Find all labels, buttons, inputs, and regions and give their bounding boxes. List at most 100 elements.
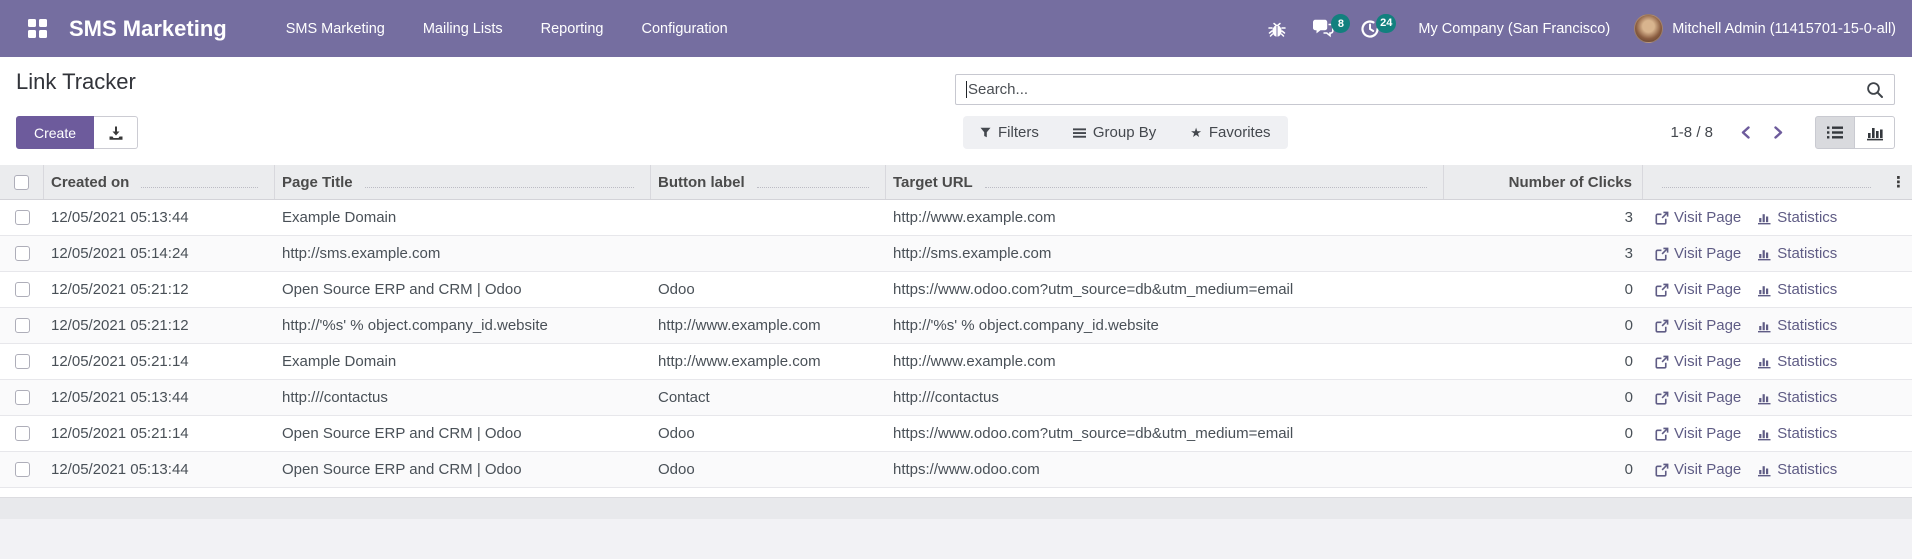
- visit-page-button[interactable]: Visit Page: [1655, 389, 1741, 406]
- app-brand-title[interactable]: SMS Marketing: [69, 16, 227, 42]
- cell-button-label: Odoo: [651, 272, 886, 307]
- statistics-button[interactable]: Statistics: [1757, 389, 1837, 406]
- cell-page-title: Example Domain: [275, 200, 651, 235]
- row-checkbox[interactable]: [15, 246, 30, 261]
- cell-created-on: 12/05/2021 05:21:14: [44, 344, 275, 379]
- external-link-icon: [1655, 463, 1669, 477]
- row-select-cell: [0, 416, 44, 451]
- visit-page-button[interactable]: Visit Page: [1655, 461, 1741, 478]
- export-button[interactable]: [94, 116, 138, 149]
- external-link-icon: [1655, 319, 1669, 333]
- external-link-icon: [1655, 391, 1669, 405]
- pager-previous-button[interactable]: [1731, 121, 1760, 144]
- graph-view-icon: [1866, 124, 1884, 141]
- external-link-icon: [1655, 427, 1669, 441]
- filters-button[interactable]: Filters: [963, 116, 1056, 149]
- search-input[interactable]: [967, 81, 1866, 98]
- table-row[interactable]: 12/05/2021 05:14:24 http://sms.example.c…: [0, 236, 1912, 272]
- row-select-cell: [0, 380, 44, 415]
- header-created-on[interactable]: Created on: [44, 165, 275, 199]
- cell-number-of-clicks: 3: [1444, 200, 1643, 235]
- table-row[interactable]: 12/05/2021 05:13:44 Example Domain http:…: [0, 200, 1912, 236]
- statistics-button[interactable]: Statistics: [1757, 245, 1837, 262]
- cell-created-on: 12/05/2021 05:21:12: [44, 272, 275, 307]
- row-checkbox[interactable]: [15, 462, 30, 477]
- table-row[interactable]: 12/05/2021 05:21:14 Open Source ERP and …: [0, 416, 1912, 452]
- search-icon[interactable]: [1866, 81, 1884, 99]
- row-select-cell: [0, 344, 44, 379]
- apps-grid-icon: [28, 19, 47, 38]
- header-actions: ⋮: [1643, 165, 1912, 199]
- cell-target-url: https://www.odoo.com?utm_source=db&utm_m…: [886, 416, 1444, 451]
- visit-page-button[interactable]: Visit Page: [1655, 209, 1741, 226]
- filter-funnel-icon: [980, 127, 991, 138]
- statistics-button[interactable]: Statistics: [1757, 281, 1837, 298]
- cell-row-actions: Visit Page Statistics: [1643, 344, 1912, 379]
- statistics-button[interactable]: Statistics: [1757, 353, 1837, 370]
- pager: 1-8 / 8: [1670, 121, 1793, 144]
- cell-number-of-clicks: 0: [1444, 380, 1643, 415]
- apps-menu-button[interactable]: [18, 11, 57, 46]
- cell-row-actions: Visit Page Statistics: [1643, 236, 1912, 271]
- visit-page-button[interactable]: Visit Page: [1655, 317, 1741, 334]
- favorites-button[interactable]: ★ Favorites: [1173, 116, 1287, 149]
- cell-page-title: Open Source ERP and CRM | Odoo: [275, 272, 651, 307]
- debug-bug-button[interactable]: [1258, 13, 1296, 45]
- cell-button-label: Odoo: [651, 416, 886, 451]
- table-body: 12/05/2021 05:13:44 Example Domain http:…: [0, 200, 1912, 488]
- menu-mailing-lists[interactable]: Mailing Lists: [404, 0, 522, 57]
- optional-columns-icon[interactable]: ⋮: [1891, 175, 1906, 190]
- navbar-systray: 8 24 My Company (San Francisco) Mitchell…: [1258, 12, 1898, 46]
- select-all-checkbox[interactable]: [14, 175, 29, 190]
- table-row[interactable]: 12/05/2021 05:13:44 http:///contactus Co…: [0, 380, 1912, 416]
- statistics-button[interactable]: Statistics: [1757, 317, 1837, 334]
- messages-button[interactable]: 8: [1302, 12, 1344, 45]
- menu-reporting[interactable]: Reporting: [522, 0, 623, 57]
- row-select-cell: [0, 236, 44, 271]
- group-by-button[interactable]: Group By: [1056, 116, 1173, 149]
- visit-page-button[interactable]: Visit Page: [1655, 281, 1741, 298]
- header-number-of-clicks[interactable]: Number of Clicks: [1444, 165, 1643, 199]
- bar-chart-icon: [1757, 283, 1772, 297]
- row-checkbox[interactable]: [15, 426, 30, 441]
- menu-sms-marketing[interactable]: SMS Marketing: [267, 0, 404, 57]
- row-checkbox[interactable]: [15, 390, 30, 405]
- visit-page-button[interactable]: Visit Page: [1655, 245, 1741, 262]
- cell-page-title: Open Source ERP and CRM | Odoo: [275, 452, 651, 487]
- statistics-button[interactable]: Statistics: [1757, 425, 1837, 442]
- statistics-button[interactable]: Statistics: [1757, 209, 1837, 226]
- cell-number-of-clicks: 0: [1444, 416, 1643, 451]
- table-row[interactable]: 12/05/2021 05:21:12 http://'%s' % object…: [0, 308, 1912, 344]
- company-switcher[interactable]: My Company (San Francisco): [1418, 21, 1610, 37]
- cell-target-url: https://www.odoo.com?utm_source=db&utm_m…: [886, 272, 1444, 307]
- messages-count-badge: 8: [1331, 14, 1350, 33]
- table-row[interactable]: 12/05/2021 05:13:44 Open Source ERP and …: [0, 452, 1912, 488]
- table-row[interactable]: 12/05/2021 05:21:14 Example Domain http:…: [0, 344, 1912, 380]
- filter-button-group: Filters Group By ★ Favorites: [963, 116, 1288, 149]
- link-tracker-list: Created on Page Title Button label Targe…: [0, 165, 1912, 488]
- external-link-icon: [1655, 247, 1669, 261]
- user-menu[interactable]: Mitchell Admin (11415701-15-0-all): [1634, 14, 1896, 43]
- list-view-icon: [1826, 124, 1844, 141]
- header-page-title[interactable]: Page Title: [275, 165, 651, 199]
- row-checkbox[interactable]: [15, 354, 30, 369]
- visit-page-button[interactable]: Visit Page: [1655, 425, 1741, 442]
- bar-chart-icon: [1757, 247, 1772, 261]
- graph-view-button[interactable]: [1855, 116, 1895, 149]
- header-button-label[interactable]: Button label: [651, 165, 886, 199]
- star-icon: ★: [1190, 126, 1202, 139]
- list-view-button[interactable]: [1815, 116, 1855, 149]
- bar-chart-icon: [1757, 463, 1772, 477]
- create-button[interactable]: Create: [16, 116, 94, 149]
- pager-next-button[interactable]: [1764, 121, 1793, 144]
- row-checkbox[interactable]: [15, 210, 30, 225]
- row-checkbox[interactable]: [15, 318, 30, 333]
- header-target-url[interactable]: Target URL: [886, 165, 1444, 199]
- activities-button[interactable]: 24: [1350, 12, 1390, 46]
- menu-configuration[interactable]: Configuration: [622, 0, 746, 57]
- table-row[interactable]: 12/05/2021 05:21:12 Open Source ERP and …: [0, 272, 1912, 308]
- external-link-icon: [1655, 355, 1669, 369]
- statistics-button[interactable]: Statistics: [1757, 461, 1837, 478]
- row-checkbox[interactable]: [15, 282, 30, 297]
- visit-page-button[interactable]: Visit Page: [1655, 353, 1741, 370]
